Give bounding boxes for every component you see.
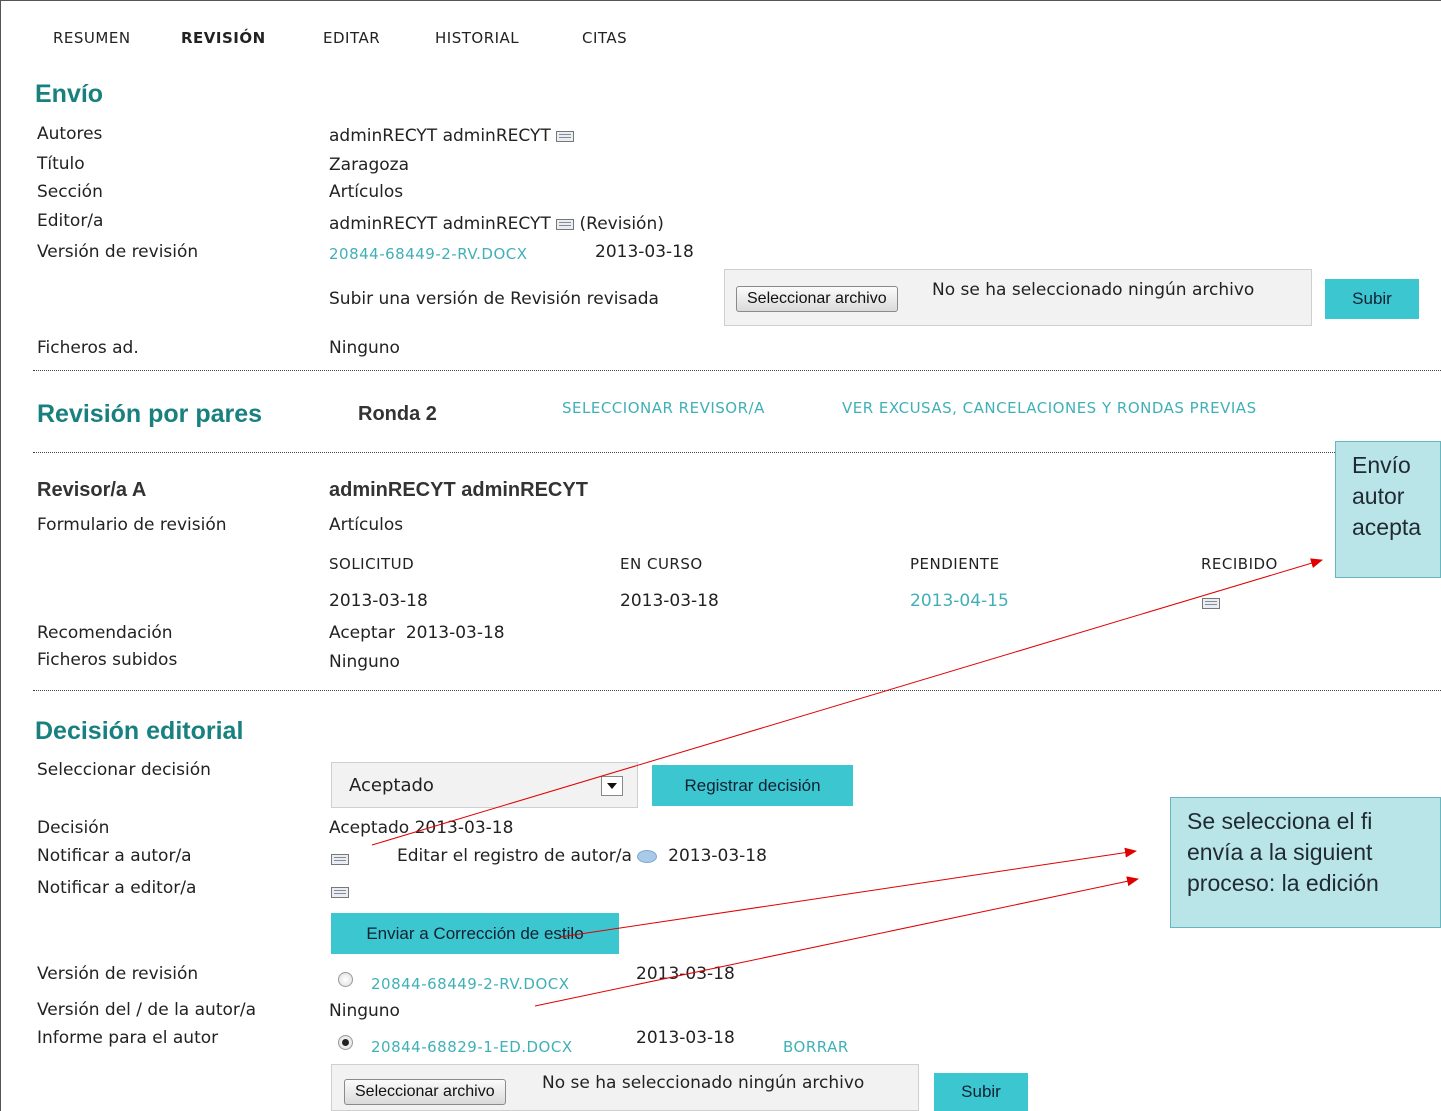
notify-author-date: 2013-03-18 [668, 846, 767, 866]
date-pendiente-link[interactable]: 2013-04-15 [910, 591, 1009, 611]
callout-top-line: autor [1352, 483, 1405, 509]
email-icon[interactable] [331, 886, 349, 898]
col-pendiente: PENDIENTE [910, 555, 1000, 573]
round-label: Ronda 2 [358, 403, 437, 425]
divider [33, 370, 1441, 371]
decision-review-version-date: 2013-03-18 [636, 964, 735, 984]
report-radio[interactable] [338, 1035, 353, 1050]
no-file-text: No se ha seleccionado ningún archivo [932, 280, 1255, 300]
decision-review-version-label: Versión de revisión [37, 964, 199, 984]
author-version-label: Versión del / de la autor/a [37, 1000, 257, 1020]
section-title-peer-review: Revisión por pares [37, 400, 263, 428]
email-icon[interactable] [556, 218, 575, 230]
recommendation-label: Recomendación [37, 623, 173, 643]
editor-label: Editor/a [37, 211, 104, 231]
review-version-file-link[interactable]: 20844-68449-2-RV.DOCX [329, 245, 528, 263]
register-decision-button[interactable]: Registrar decisión [652, 765, 853, 806]
review-version-label: Versión de revisión [37, 242, 199, 262]
tab-revision[interactable]: REVISIÓN [181, 29, 266, 47]
date-solicitud: 2013-03-18 [329, 591, 428, 611]
review-form-label: Formulario de revisión [37, 515, 227, 535]
choose-file-button[interactable]: Seleccionar archivo [736, 286, 898, 312]
recommendation-value: Aceptar 2013-03-18 [329, 623, 505, 643]
report-label: Informe para el autor [37, 1028, 219, 1048]
tab-historial[interactable]: HISTORIAL [435, 29, 519, 47]
choose-file-button[interactable]: Seleccionar archivo [344, 1079, 506, 1105]
date-en-curso: 2013-03-18 [620, 591, 719, 611]
received-email-icon[interactable] [1202, 593, 1220, 613]
report-upload-button[interactable]: Subir [934, 1073, 1028, 1111]
notify-author-label: Notificar a autor/a [37, 846, 192, 866]
upload-revised-label: Subir una versión de Revisión revisada [329, 289, 659, 309]
decision-select-value: Aceptado [349, 775, 434, 796]
authors-value: adminRECYT adminRECYT [329, 126, 575, 146]
section-label: Sección [37, 182, 103, 202]
decision-value: Aceptado 2013-03-18 [329, 818, 513, 838]
authors-label: Autores [37, 124, 103, 144]
notify-editor-label: Notificar a editor/a [37, 878, 197, 898]
edit-author-log-text: Editar el registro de autor/a [397, 846, 632, 866]
decision-text: Aceptado [329, 818, 410, 838]
uploaded-files-value: Ninguno [329, 652, 400, 672]
tab-citas[interactable]: CITAS [582, 29, 627, 47]
no-file-text: No se ha seleccionado ningún archivo [542, 1073, 865, 1093]
col-solicitud: SOLICITUD [329, 555, 415, 573]
decision-select[interactable]: Aceptado [331, 762, 638, 808]
reviewer-name: adminRECYT adminRECYT [329, 479, 588, 501]
editor-name: adminRECYT adminRECYT [329, 214, 551, 234]
callout-bottom-line: Se selecciona el fi [1187, 808, 1373, 834]
callout-top: Envío autor acepta [1335, 441, 1441, 578]
tab-resumen[interactable]: RESUMEN [53, 29, 131, 47]
additional-files-label: Ficheros ad. [37, 338, 139, 358]
notify-editor-email-icon[interactable] [331, 882, 349, 902]
col-recibido: RECIBIDO [1201, 555, 1278, 573]
callout-bottom-line: envía a la siguient [1187, 839, 1373, 865]
callout-bottom: Se selecciona el fi envía a la siguient … [1170, 797, 1441, 928]
report-file-input[interactable]: Seleccionar archivo No se ha seleccionad… [331, 1064, 919, 1111]
recommendation-text: Aceptar [329, 623, 395, 643]
chevron-down-icon[interactable] [601, 776, 623, 796]
additional-files-value: Ninguno [329, 338, 400, 358]
report-file-link[interactable]: 20844-68829-1-ED.DOCX [371, 1038, 573, 1056]
review-version-date: 2013-03-18 [595, 242, 694, 262]
email-icon[interactable] [331, 853, 349, 865]
callout-bottom-line: proceso: la edición [1187, 870, 1379, 896]
divider [33, 452, 1441, 453]
editor-value: adminRECYT adminRECYT (Revisión) [329, 214, 664, 234]
view-excuses-link[interactable]: VER EXCUSAS, CANCELACIONES Y RONDAS PREV… [842, 399, 1257, 417]
upload-button[interactable]: Subir [1325, 279, 1419, 319]
recommendation-date: 2013-03-18 [405, 623, 505, 643]
send-to-copyediting-button[interactable]: Enviar a Corrección de estilo [331, 913, 619, 954]
section-value: Artículos [329, 182, 404, 202]
divider [33, 690, 1441, 691]
tab-editar[interactable]: EDITAR [323, 29, 380, 47]
comment-icon[interactable] [637, 849, 658, 863]
email-icon[interactable] [556, 130, 575, 142]
editor-suffix: (Revisión) [579, 214, 664, 234]
author-version-value: Ninguno [329, 1001, 400, 1021]
section-title-envio: Envío [35, 80, 104, 108]
report-date: 2013-03-18 [636, 1028, 735, 1048]
delete-link[interactable]: BORRAR [783, 1038, 849, 1056]
uploaded-files-label: Ficheros subidos [37, 650, 178, 670]
title-value: Zaragoza [329, 155, 410, 175]
decision-label: Decisión [37, 818, 110, 838]
section-title-editorial-decision: Decisión editorial [35, 717, 244, 745]
email-icon[interactable] [1202, 597, 1220, 609]
decision-review-version-file-link[interactable]: 20844-68449-2-RV.DOCX [371, 975, 570, 993]
callout-top-line: acepta [1352, 514, 1422, 540]
decision-date: 2013-03-18 [414, 818, 514, 838]
reviewer-label: Revisor/a A [37, 479, 147, 501]
col-en-curso: EN CURSO [620, 555, 703, 573]
file-input[interactable]: Seleccionar archivo No se ha seleccionad… [724, 269, 1312, 326]
callout-top-line: Envío [1352, 452, 1411, 478]
notify-author-email-icon[interactable] [331, 849, 349, 869]
select-decision-label: Seleccionar decisión [37, 760, 211, 780]
select-reviewer-link[interactable]: SELECCIONAR REVISOR/A [562, 399, 765, 417]
review-version-radio[interactable] [338, 972, 353, 987]
edit-author-log: Editar el registro de autor/a 2013-03-18 [397, 846, 767, 866]
authors-name: adminRECYT adminRECYT [329, 126, 551, 146]
review-form-value: Artículos [329, 515, 404, 535]
title-label: Título [37, 154, 85, 174]
